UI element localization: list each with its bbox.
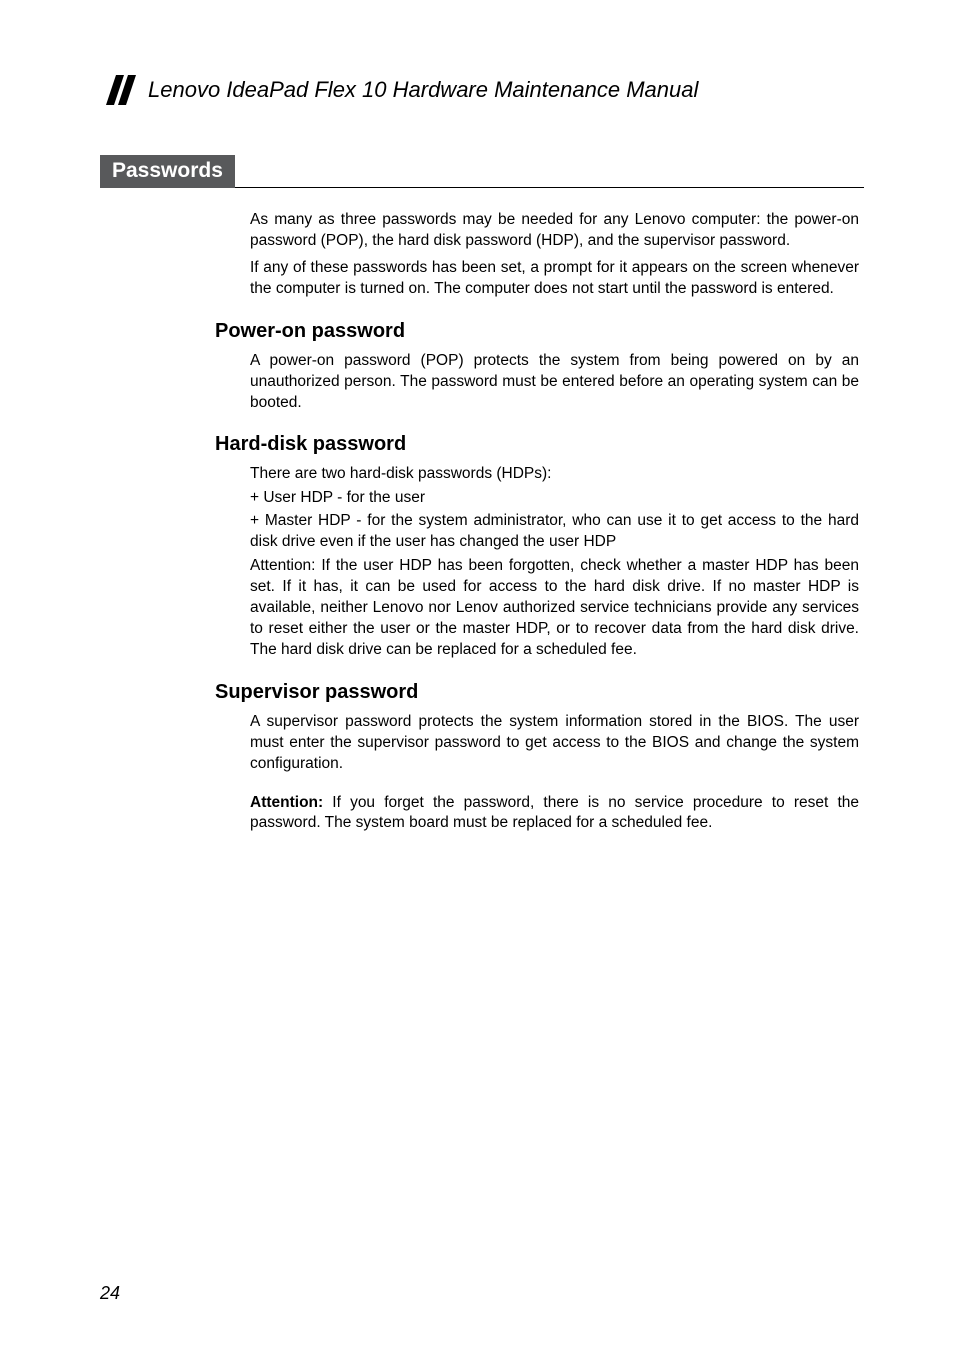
supervisor-heading: Supervisor password	[215, 681, 864, 704]
hard-disk-content: There are two hard-disk passwords (HDPs)…	[250, 464, 859, 660]
section-title: Passwords	[100, 155, 235, 188]
power-on-heading: Power-on password	[215, 320, 864, 343]
power-on-text: A power-on password (POP) protects the s…	[250, 351, 859, 414]
hard-disk-attention: Attention: If the user HDP has been forg…	[250, 556, 859, 661]
intro-paragraph-2: If any of these passwords has been set, …	[250, 258, 859, 300]
double-slash-icon	[100, 75, 138, 105]
supervisor-text: A supervisor password protects the syste…	[250, 712, 859, 775]
hdp-item-master: + Master HDP - for the system administra…	[250, 511, 859, 553]
supervisor-attention: Attention: If you forget the password, t…	[250, 793, 859, 835]
power-on-content: A power-on password (POP) protects the s…	[250, 351, 859, 414]
hard-disk-intro: There are two hard-disk passwords (HDPs)…	[250, 464, 859, 485]
hard-disk-heading: Hard-disk password	[215, 433, 864, 456]
section-intro: As many as three passwords may be needed…	[250, 210, 859, 300]
document-header: Lenovo IdeaPad Flex 10 Hardware Maintena…	[100, 75, 864, 105]
attention-label: Attention:	[250, 794, 323, 811]
supervisor-content: A supervisor password protects the syste…	[250, 712, 859, 835]
hdp-item-user: + User HDP - for the user	[250, 488, 859, 509]
attention-text: If you forget the password, there is no …	[250, 794, 859, 832]
page-number: 24	[100, 1283, 120, 1304]
intro-paragraph-1: As many as three passwords may be needed…	[250, 210, 859, 252]
section-header-block: Passwords	[100, 155, 864, 188]
document-title: Lenovo IdeaPad Flex 10 Hardware Maintena…	[148, 77, 698, 103]
